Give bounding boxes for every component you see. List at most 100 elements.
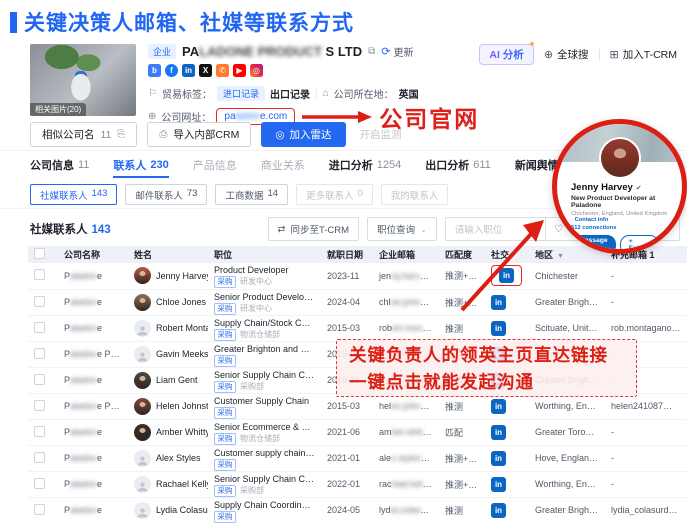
tab-3[interactable]: 产品信息 — [193, 151, 237, 178]
chip-5[interactable]: 我的联系人 — [381, 184, 449, 205]
contact-name[interactable]: Gavin Meeks — [156, 349, 208, 359]
instagram-icon[interactable]: ◎ — [250, 64, 263, 77]
hire-date-cell: 2022-01 — [321, 471, 373, 497]
tab-5[interactable]: 进口分析1254 — [329, 151, 401, 178]
contact-filter-chips: 社媒联系人143 邮件联系人73 工商数据14 更多联系人0 我的联系人 — [30, 184, 448, 205]
row-checkbox[interactable] — [34, 348, 45, 359]
department-label: 物流仓储部 — [240, 330, 280, 340]
job-query-dropdown[interactable]: 职位查询⌄ — [367, 217, 437, 241]
tab-2[interactable]: 联系人230 — [113, 151, 168, 178]
company-cell: Paladone Produc... — [58, 341, 128, 367]
contact-name[interactable]: Chloe Jones — [156, 297, 206, 307]
tab-label: 出口分析 — [425, 157, 469, 173]
row-select-cell — [28, 471, 58, 497]
page: 关键决策人邮箱、社媒等联系方式 相关图片(20) 企业 PALADONE PRO… — [0, 0, 687, 523]
table-row: PaladoneAlex StylesCustomer supply chain… — [28, 445, 687, 471]
sync-tcrm-button[interactable]: ⇄同步至T-CRM — [268, 217, 360, 241]
add-radar-button[interactable]: ◎ 加入雷达 — [261, 122, 345, 147]
header-actions: AI 分析✦ ⊕全球搜 ⊞加入T-CRM — [479, 44, 677, 65]
email-cell: rachael.kellya... — [373, 471, 439, 497]
row-checkbox[interactable] — [34, 504, 45, 515]
company-cell: Paladone — [58, 471, 128, 497]
x-icon[interactable]: X — [199, 64, 212, 77]
match-level-cell: 推测+验证 — [439, 471, 485, 497]
row-checkbox[interactable] — [34, 322, 45, 333]
row-checkbox[interactable] — [34, 296, 45, 307]
linkedin-icon[interactable]: in — [491, 425, 506, 440]
contact-name[interactable]: Helen Johnstone — [156, 401, 208, 411]
avatar — [134, 320, 151, 337]
contact-name[interactable]: Jenny Harvey — [156, 271, 208, 281]
import-crm-button[interactable]: ⎙ 导入内部CRM — [147, 122, 251, 147]
linkedin-icon[interactable]: in — [491, 451, 506, 466]
linkedin-icon[interactable]: in — [491, 503, 506, 518]
column-header: 企业邮箱 — [373, 246, 439, 263]
ai-analysis-button[interactable]: AI 分析✦ — [479, 44, 533, 65]
chip-label: 更多联系人 — [306, 188, 354, 202]
row-checkbox[interactable] — [34, 426, 45, 437]
row-checkbox[interactable] — [34, 478, 45, 489]
export-record-tag[interactable]: 出口记录 — [270, 86, 310, 101]
photo-caption: 相关图片(20) — [30, 103, 86, 116]
table-row: PaladoneJenny HarveyProduct Developer采购研… — [28, 263, 687, 289]
position-cell: Senior Supply Chain Coordinator采购采购部 — [208, 471, 321, 497]
trade-label: 贸易标签： — [162, 86, 212, 101]
chip-1[interactable]: 社媒联系人143 — [30, 184, 117, 205]
name-cell: Helen Johnstone — [128, 393, 208, 419]
linkedin-icon[interactable]: in — [491, 399, 506, 414]
linkedin-icon[interactable]: in — [182, 64, 195, 77]
contact-name[interactable]: Lydia Colasurdo — [156, 505, 208, 515]
enterprise-badge: 企业 — [148, 44, 176, 59]
contact-name[interactable]: Liam Gent — [156, 375, 198, 385]
avatar — [134, 267, 151, 284]
chip-label: 社媒联系人 — [40, 188, 88, 202]
tab-6[interactable]: 出口分析611 — [425, 151, 491, 178]
position-title: Greater Brighton and Hove Area — [214, 344, 315, 355]
refresh-button[interactable]: ⟳更新 — [381, 44, 413, 59]
blog-icon[interactable]: b — [148, 64, 161, 77]
start-monitor-button[interactable]: 开启监测 — [356, 123, 406, 146]
tab-4[interactable]: 商业关系 — [261, 151, 305, 178]
position-title: Supply Chain/Stock Control — [214, 318, 315, 329]
import-record-tag[interactable]: 进口记录 — [217, 86, 265, 101]
company-photo[interactable]: 相关图片(20) — [30, 44, 136, 116]
chip-3[interactable]: 工商数据14 — [215, 184, 288, 205]
phone-icon[interactable]: ✆ — [216, 64, 229, 77]
copy-icon[interactable]: ⧉ — [368, 46, 375, 57]
chip-4[interactable]: 更多联系人0 — [296, 184, 373, 205]
global-search-button[interactable]: ⊕全球搜 — [544, 47, 589, 62]
contact-name[interactable]: Robert Monta... — [156, 323, 208, 333]
position-title: Customer supply chain coordinator — [214, 448, 315, 459]
select-all-checkbox[interactable] — [34, 248, 45, 259]
linkedin-icon[interactable]: in — [491, 321, 506, 336]
row-select-cell — [28, 445, 58, 471]
email-cell: amber.whitto... — [373, 419, 439, 445]
youtube-icon[interactable]: ▶ — [233, 64, 246, 77]
chip-2[interactable]: 邮件联系人73 — [125, 184, 207, 205]
join-tcrm-button[interactable]: ⊞加入T-CRM — [610, 47, 677, 62]
global-search-icon: ⊕ — [544, 48, 553, 61]
linkedin-icon[interactable]: in — [491, 477, 506, 492]
table-row: Paladone Rachael KellySenior Supply Chain… — [28, 471, 687, 497]
region-cell: Hove, England, Uni... — [529, 445, 605, 471]
row-checkbox[interactable] — [34, 400, 45, 411]
contact-info-link[interactable]: Contact info — [575, 217, 609, 223]
contact-name[interactable]: Rachael Kelly — [156, 479, 208, 489]
similar-companies-button[interactable]: 相似公司名11 ⎘ — [30, 122, 137, 147]
position-cell: Greater Brighton and Hove Area采购 — [208, 341, 321, 367]
position-cell: Senior Supply Chain Coordinator采购采购部 — [208, 367, 321, 393]
column-header: 公司名称 — [58, 246, 128, 263]
profile-location: Chichester, England, United Kingdom · Co… — [571, 211, 670, 223]
row-checkbox[interactable] — [34, 374, 45, 385]
position-cell: Senior Ecommerce & Supply Cha...采购物流仓储部 — [208, 419, 321, 445]
company-cell: Paladone — [58, 497, 128, 523]
tab-1[interactable]: 公司信息11 — [30, 151, 89, 178]
row-checkbox[interactable] — [34, 452, 45, 463]
row-checkbox[interactable] — [34, 269, 45, 280]
facebook-icon[interactable]: f — [165, 64, 178, 77]
company-cell: Paladone — [58, 367, 128, 393]
contact-name[interactable]: Amber Whitty — [156, 427, 208, 437]
social-cell: in — [485, 497, 529, 523]
contact-name[interactable]: Alex Styles — [156, 453, 201, 463]
name-cell: Jenny Harvey — [128, 263, 208, 289]
